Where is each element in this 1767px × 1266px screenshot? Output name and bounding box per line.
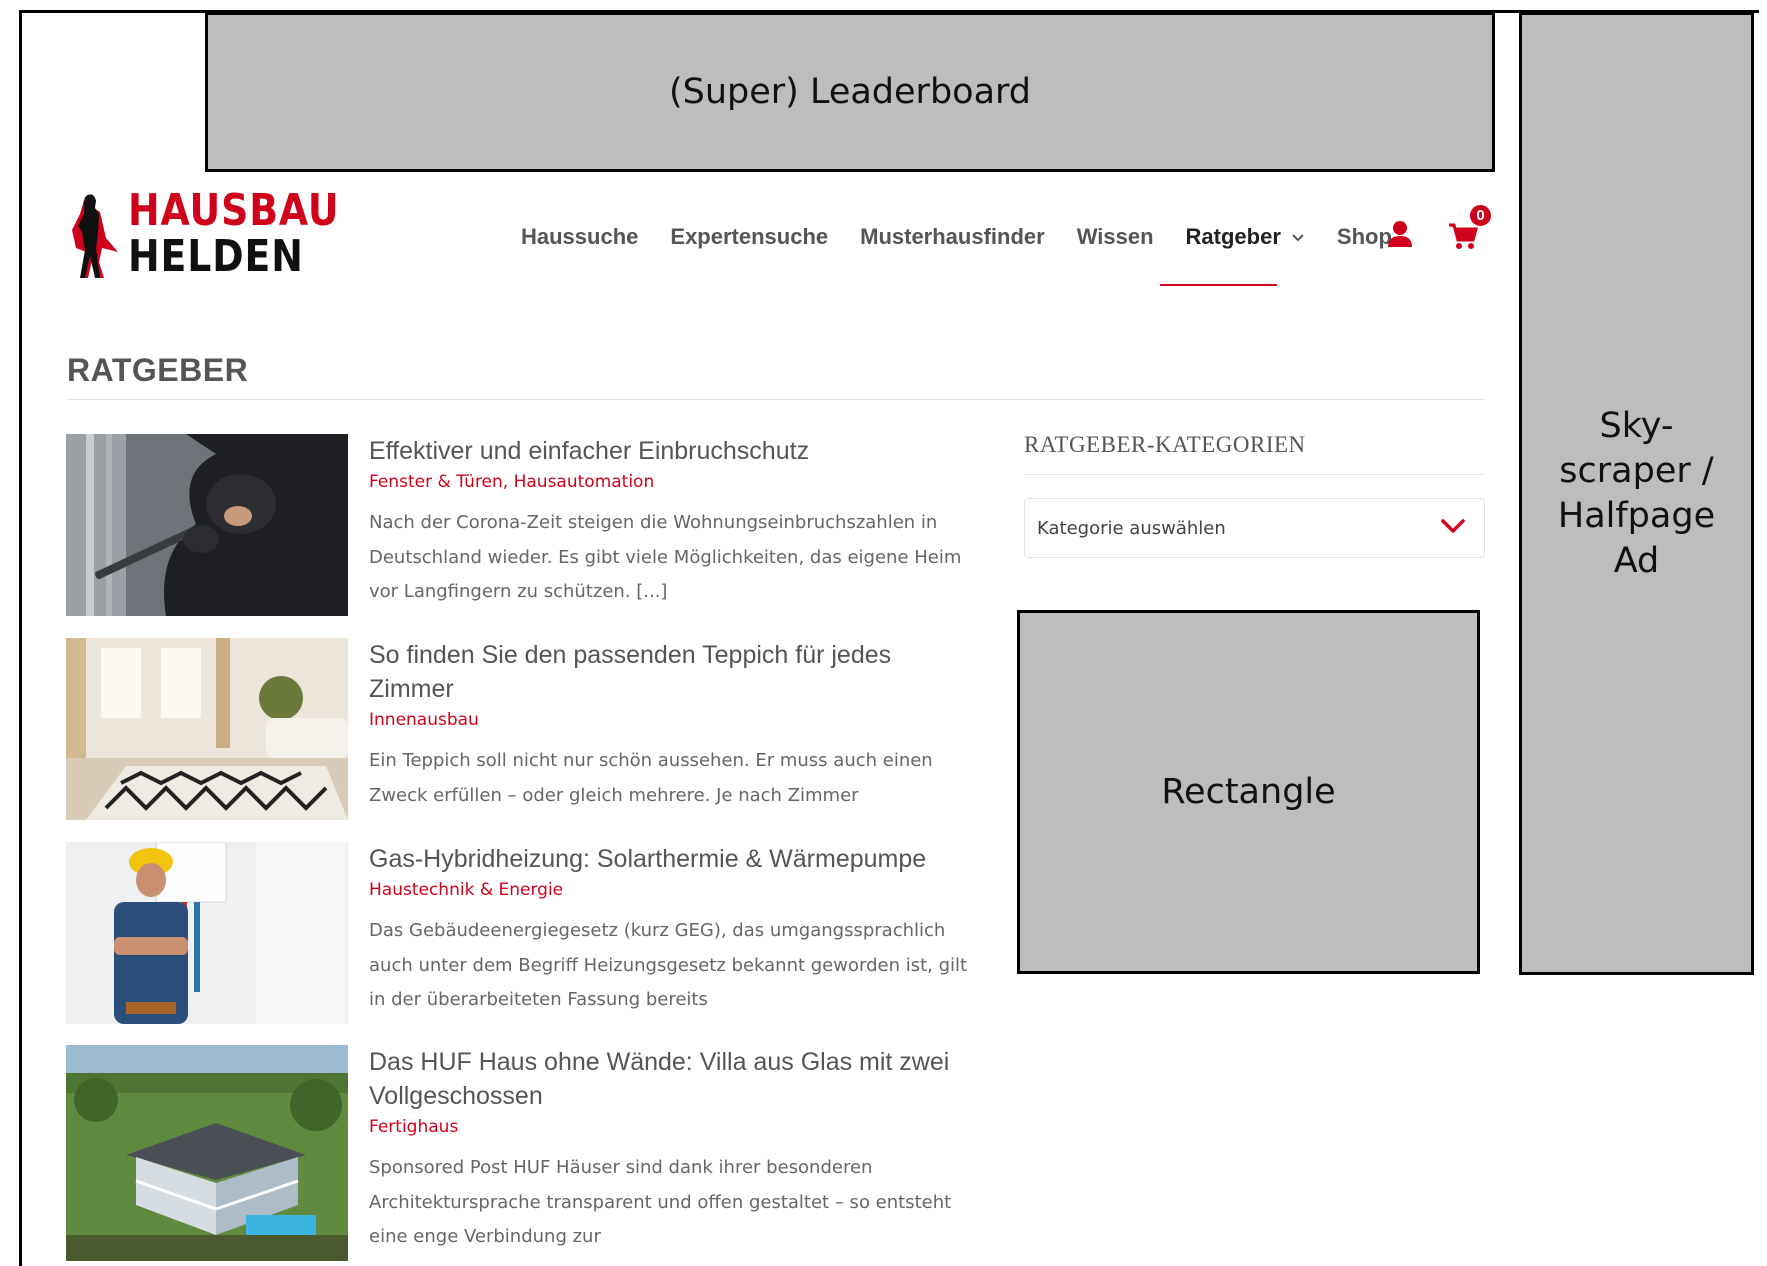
article-item: So finden Sie den passenden Teppich für … bbox=[66, 638, 971, 820]
sidebar-divider bbox=[1024, 474, 1485, 475]
article-thumbnail-glass-villa[interactable] bbox=[66, 1045, 348, 1261]
leaderboard-ad[interactable]: (Super) Leaderboard bbox=[205, 12, 1495, 172]
user-icon[interactable] bbox=[1387, 220, 1413, 248]
article-body: So finden Sie den passenden Teppich für … bbox=[369, 638, 969, 813]
article-body: Das HUF Haus ohne Wände: Villa aus Glas … bbox=[369, 1045, 969, 1255]
cart-count-badge: 0 bbox=[1468, 203, 1493, 228]
nav-item-musterhausfinder[interactable]: Musterhausfinder bbox=[860, 224, 1045, 250]
article-thumbnail-heating[interactable] bbox=[66, 842, 348, 1024]
skyscraper-line: Sky- bbox=[1599, 405, 1674, 446]
article-thumbnail-burglar[interactable] bbox=[66, 434, 348, 616]
category-select-value: Kategorie auswählen bbox=[1037, 517, 1226, 539]
rectangle-ad-label: Rectangle bbox=[1161, 772, 1336, 812]
nav-item-ratgeber-label: Ratgeber bbox=[1185, 224, 1281, 249]
category-select[interactable]: Kategorie auswählen bbox=[1024, 498, 1485, 558]
rectangle-ad[interactable]: Rectangle bbox=[1017, 610, 1480, 974]
article-excerpt: Nach der Corona-Zeit steigen die Wohnung… bbox=[369, 512, 962, 602]
page-title: RATGEBER bbox=[67, 352, 249, 388]
article-excerpt: Sponsored Post HUF Häuser sind dank ihre… bbox=[369, 1157, 952, 1247]
nav-item-shop[interactable]: Shop bbox=[1337, 224, 1392, 250]
nav-active-underline bbox=[1160, 284, 1277, 286]
article-title[interactable]: So finden Sie den passenden Teppich für … bbox=[369, 638, 969, 706]
nav-item-ratgeber[interactable]: Ratgeber bbox=[1186, 224, 1305, 250]
site-logo[interactable]: HAUSBAU HELDEN bbox=[66, 188, 339, 280]
nav-item-haussuche[interactable]: Haussuche bbox=[521, 224, 638, 250]
sidebar-title: RATGEBER-KATEGORIEN bbox=[1024, 432, 1306, 457]
leaderboard-ad-label: (Super) Leaderboard bbox=[668, 72, 1032, 112]
logo-wordmark: HAUSBAU HELDEN bbox=[128, 188, 339, 280]
article-categories[interactable]: Fenster & Türen, Hausautomation bbox=[369, 470, 969, 494]
article-item: Effektiver und einfacher Einbruchschutz … bbox=[66, 434, 971, 616]
article-categories[interactable]: Fertighaus bbox=[369, 1115, 969, 1139]
article-title[interactable]: Gas-Hybridheizung: Solarthermie & Wärmep… bbox=[369, 842, 969, 876]
article-body: Gas-Hybridheizung: Solarthermie & Wärmep… bbox=[369, 842, 969, 1018]
logo-line-1: HAUSBAU bbox=[128, 185, 340, 236]
article-categories[interactable]: Haustechnik & Energie bbox=[369, 878, 969, 902]
article-item: Gas-Hybridheizung: Solarthermie & Wärmep… bbox=[66, 842, 971, 1024]
article-item: Das HUF Haus ohne Wände: Villa aus Glas … bbox=[66, 1045, 971, 1261]
main-nav: Haussuche Expertensuche Musterhausfinder… bbox=[521, 222, 1424, 252]
article-title[interactable]: Effektiver und einfacher Einbruchschutz bbox=[369, 434, 969, 468]
superhero-logo-icon bbox=[72, 194, 118, 278]
nav-item-expertensuche[interactable]: Expertensuche bbox=[670, 224, 828, 250]
article-excerpt: Ein Teppich soll nicht nur schön aussehe… bbox=[369, 750, 933, 806]
skyscraper-ad-label: Sky- scraper / Halfpage Ad bbox=[1558, 404, 1715, 584]
nav-item-wissen[interactable]: Wissen bbox=[1077, 224, 1154, 250]
article-title[interactable]: Das HUF Haus ohne Wände: Villa aus Glas … bbox=[369, 1045, 969, 1113]
chevron-down-icon bbox=[1292, 234, 1304, 242]
title-divider bbox=[67, 399, 1485, 400]
article-categories[interactable]: Innenausbau bbox=[369, 708, 969, 732]
skyscraper-line: Ad bbox=[1613, 540, 1660, 581]
skyscraper-ad[interactable]: Sky- scraper / Halfpage Ad bbox=[1519, 12, 1754, 975]
article-thumbnail-carpet[interactable] bbox=[66, 638, 348, 820]
skyscraper-line: Halfpage bbox=[1557, 495, 1716, 536]
article-excerpt: Das Gebäudeenergiegesetz (kurz GEG), das… bbox=[369, 920, 968, 1010]
skyscraper-line: scraper / bbox=[1559, 450, 1714, 491]
article-body: Effektiver und einfacher Einbruchschutz … bbox=[369, 434, 969, 610]
logo-line-2: HELDEN bbox=[128, 231, 304, 282]
chevron-down-icon bbox=[1441, 519, 1465, 533]
